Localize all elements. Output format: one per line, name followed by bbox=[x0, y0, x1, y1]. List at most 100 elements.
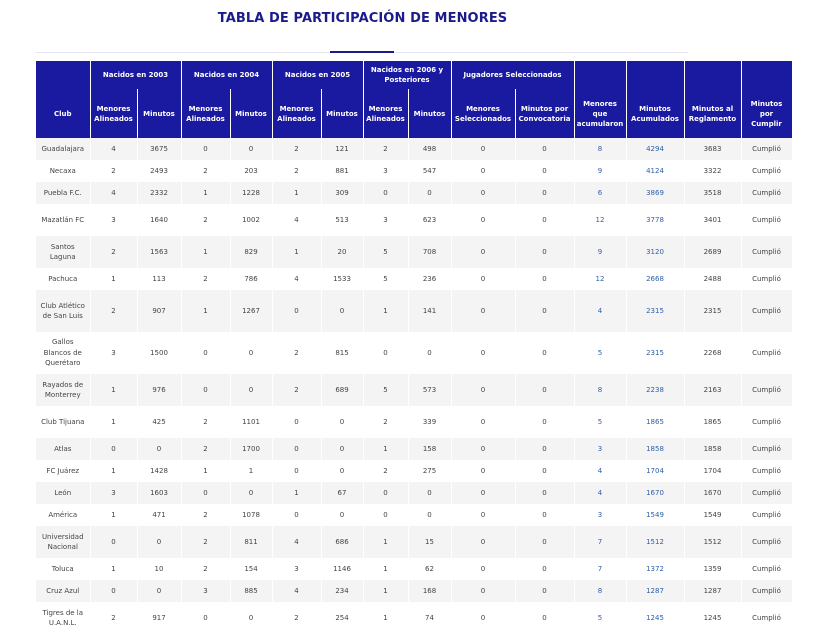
alineados-2003-cell: 1 bbox=[90, 374, 138, 406]
minutos-acumulados-cell: 4294 bbox=[626, 138, 685, 160]
group-header-empty bbox=[684, 61, 742, 89]
minutos-2005-cell: 67 bbox=[321, 482, 364, 504]
alineados-2006-cell: 0 bbox=[363, 182, 409, 204]
alineados-2004-cell: 2 bbox=[181, 558, 231, 580]
table-row: Santos Laguna 2 1563 1 829 1 20 5 708 0 0 9 3120 2689… bbox=[36, 236, 793, 268]
alineados-2005-cell: 1 bbox=[272, 482, 322, 504]
minutos-2003-cell: 1563 bbox=[137, 236, 182, 268]
minutos-2005-cell: 689 bbox=[321, 374, 364, 406]
menores-acumularon-cell: 4 bbox=[574, 290, 627, 332]
minutos-acumulados-cell: 1858 bbox=[626, 438, 685, 460]
alineados-2003-cell: 2 bbox=[90, 160, 138, 182]
table-row: Atlas 0 0 2 1700 0 0 1 158 0 0 3 1858 1858 Cumplió bbox=[36, 438, 793, 460]
menores-seleccionados-cell: 0 bbox=[451, 438, 516, 460]
minutos-reglamento-cell: 2268 bbox=[684, 332, 742, 374]
club-name-cell: Pachuca bbox=[36, 268, 91, 290]
minutos-convocatoria-cell: 0 bbox=[515, 438, 575, 460]
menores-seleccionados-cell: 0 bbox=[451, 204, 516, 236]
minutos-2003-cell: 1428 bbox=[137, 460, 182, 482]
menores-seleccionados-cell: 0 bbox=[451, 236, 516, 268]
alineados-2005-cell: 0 bbox=[272, 460, 322, 482]
minutos-convocatoria-cell: 0 bbox=[515, 504, 575, 526]
table-row: Gallos Blancos de Querétaro 3 1500 0 0 2 815 0 0… bbox=[36, 332, 793, 374]
club-name-cell: Gallos Blancos de Querétaro bbox=[36, 332, 91, 374]
minutos-acumulados-cell: 1245 bbox=[626, 602, 685, 634]
group-header-selected: Jugadores Seleccionados bbox=[451, 61, 575, 89]
minutos-2004-cell: 1078 bbox=[230, 504, 273, 526]
alineados-2006-cell: 2 bbox=[363, 460, 409, 482]
minutos-por-cumplir-cell: Cumplió bbox=[741, 406, 793, 438]
menores-seleccionados-cell: 0 bbox=[451, 182, 516, 204]
club-name-cell: Atlas bbox=[36, 438, 91, 460]
minutos-convocatoria-cell: 0 bbox=[515, 182, 575, 204]
menores-seleccionados-cell: 0 bbox=[451, 268, 516, 290]
minutos-por-cumplir-cell: Cumplió bbox=[741, 182, 793, 204]
minutos-2004-cell: 1228 bbox=[230, 182, 273, 204]
minutos-2005-cell: 815 bbox=[321, 332, 364, 374]
alineados-2006-cell: 5 bbox=[363, 236, 409, 268]
minutos-convocatoria-cell: 0 bbox=[515, 138, 575, 160]
minutos-2005-cell: 234 bbox=[321, 580, 364, 602]
minutos-convocatoria-cell: 0 bbox=[515, 332, 575, 374]
table-row: Pachuca 1 113 2 786 4 1533 5 236 0 0 12 2668 2488 Cump… bbox=[36, 268, 793, 290]
alineados-2003-cell: 1 bbox=[90, 558, 138, 580]
minutos-2004-cell: 1267 bbox=[230, 290, 273, 332]
participation-table: Nacidos en 2003 Nacidos en 2004 Nacidos … bbox=[36, 61, 793, 634]
menores-acumularon-cell: 4 bbox=[574, 482, 627, 504]
alineados-2004-cell: 0 bbox=[181, 482, 231, 504]
minutos-2003-cell: 3675 bbox=[137, 138, 182, 160]
minutos-2006-cell: 708 bbox=[408, 236, 452, 268]
title-underline bbox=[330, 51, 394, 53]
club-name-cell: Tigres de la U.A.N.L. bbox=[36, 602, 91, 634]
club-name-cell: FC Juárez bbox=[36, 460, 91, 482]
alineados-2006-cell: 1 bbox=[363, 290, 409, 332]
table-row: Tigres de la U.A.N.L. 2 917 0 0 2 254 1 74 0 0 5 124… bbox=[36, 602, 793, 634]
minutos-2003-cell: 2332 bbox=[137, 182, 182, 204]
club-name-cell: Santos Laguna bbox=[36, 236, 91, 268]
alineados-2003-cell: 2 bbox=[90, 290, 138, 332]
table-row: Necaxa 2 2493 2 203 2 881 3 547 0 0 9 4124 3322 Cumpli… bbox=[36, 160, 793, 182]
menores-seleccionados-cell: 0 bbox=[451, 504, 516, 526]
menores-seleccionados-cell: 0 bbox=[451, 138, 516, 160]
minutos-reglamento-cell: 1670 bbox=[684, 482, 742, 504]
minutos-2004-cell: 0 bbox=[230, 482, 273, 504]
column-header: Minutos al Reglamento bbox=[684, 89, 742, 138]
group-header-2004: Nacidos en 2004 bbox=[181, 61, 273, 89]
alineados-2003-cell: 0 bbox=[90, 526, 138, 558]
minutos-por-cumplir-cell: Cumplió bbox=[741, 580, 793, 602]
minutos-2003-cell: 1603 bbox=[137, 482, 182, 504]
club-name-cell: León bbox=[36, 482, 91, 504]
minutos-2003-cell: 0 bbox=[137, 526, 182, 558]
column-header-row: Club Menores Alineados Minutos Menores A… bbox=[36, 89, 793, 138]
alineados-2004-cell: 1 bbox=[181, 236, 231, 268]
menores-acumularon-cell: 12 bbox=[574, 204, 627, 236]
menores-acumularon-cell: 9 bbox=[574, 236, 627, 268]
alineados-2006-cell: 5 bbox=[363, 374, 409, 406]
minutos-acumulados-cell: 3869 bbox=[626, 182, 685, 204]
menores-acumularon-cell: 8 bbox=[574, 138, 627, 160]
menores-seleccionados-cell: 0 bbox=[451, 526, 516, 558]
alineados-2003-cell: 1 bbox=[90, 406, 138, 438]
minutos-2003-cell: 471 bbox=[137, 504, 182, 526]
alineados-2003-cell: 2 bbox=[90, 236, 138, 268]
menores-seleccionados-cell: 0 bbox=[451, 460, 516, 482]
alineados-2004-cell: 0 bbox=[181, 332, 231, 374]
minutos-2004-cell: 0 bbox=[230, 374, 273, 406]
minutos-convocatoria-cell: 0 bbox=[515, 160, 575, 182]
minutos-2006-cell: 0 bbox=[408, 504, 452, 526]
minutos-2003-cell: 976 bbox=[137, 374, 182, 406]
minutos-2004-cell: 203 bbox=[230, 160, 273, 182]
group-header-empty bbox=[626, 61, 685, 89]
minutos-reglamento-cell: 2315 bbox=[684, 290, 742, 332]
alineados-2003-cell: 4 bbox=[90, 138, 138, 160]
club-name-cell: Cruz Azul bbox=[36, 580, 91, 602]
alineados-2004-cell: 3 bbox=[181, 580, 231, 602]
minutos-2003-cell: 0 bbox=[137, 580, 182, 602]
minutos-acumulados-cell: 1549 bbox=[626, 504, 685, 526]
menores-seleccionados-cell: 0 bbox=[451, 558, 516, 580]
table-row: Guadalajara 4 3675 0 0 2 121 2 498 0 0 8 4294 3683 Cum… bbox=[36, 138, 793, 160]
minutos-2006-cell: 158 bbox=[408, 438, 452, 460]
menores-acumularon-cell: 3 bbox=[574, 438, 627, 460]
minutos-reglamento-cell: 3683 bbox=[684, 138, 742, 160]
alineados-2003-cell: 2 bbox=[90, 602, 138, 634]
